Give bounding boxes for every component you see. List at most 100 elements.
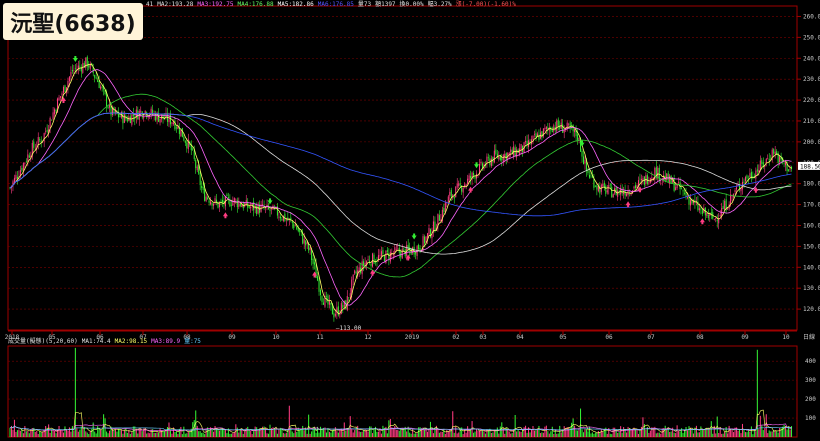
volume-bar <box>504 433 506 437</box>
candle-body <box>211 202 213 206</box>
candle-body <box>765 158 767 163</box>
volume-bar <box>376 431 378 437</box>
candle-body <box>686 197 689 199</box>
volume-bar <box>257 430 259 437</box>
volume-bar <box>394 425 396 437</box>
candle-body <box>495 149 497 154</box>
price-tick-label: 210.00 <box>803 118 820 125</box>
candle-body <box>175 127 177 129</box>
volume-bar <box>242 433 244 437</box>
volume-axis: 400 300 200 100 <box>805 358 816 422</box>
candle-body <box>352 274 354 280</box>
volume-bar <box>548 433 550 437</box>
candle-body <box>354 270 356 274</box>
volume-bar <box>473 432 475 437</box>
candle-body <box>132 113 134 117</box>
volume-bar <box>568 427 570 437</box>
volume-legend-item: 量:75 <box>184 338 201 345</box>
volume-bar <box>660 433 662 437</box>
volume-bar <box>59 430 62 437</box>
annotations: —113.00 <box>336 325 362 332</box>
candle-body <box>320 289 322 295</box>
buy-arrow <box>468 186 474 193</box>
candle-body <box>208 200 210 203</box>
volume-bar <box>284 433 286 437</box>
volume-bar <box>233 432 235 437</box>
volume-bar <box>499 426 501 437</box>
volume-bar <box>276 433 278 437</box>
candle-body <box>131 114 133 125</box>
candle-body <box>94 75 96 78</box>
candle-body <box>248 205 250 208</box>
volume-bar <box>789 429 791 437</box>
candle-body <box>461 187 463 192</box>
candle-body <box>774 151 776 155</box>
candle-body <box>633 186 635 189</box>
candle-body <box>213 203 215 206</box>
candle-body <box>107 106 109 109</box>
volume-bar <box>186 433 188 437</box>
volume-bar <box>380 433 382 437</box>
candle-body <box>226 194 228 197</box>
candle-body <box>262 204 264 206</box>
volume-bar <box>675 433 677 437</box>
volume-bar <box>198 431 200 437</box>
volume-bar <box>12 429 14 437</box>
volume-bar <box>553 433 555 437</box>
volume-bar <box>254 426 256 437</box>
candle-body <box>62 86 65 93</box>
chart-frame <box>7 5 798 438</box>
volume-bar <box>107 433 109 437</box>
volume-bar <box>357 425 359 437</box>
volume-bar <box>184 433 186 437</box>
price-tick-label: 180.00 <box>803 181 820 188</box>
volume-bar <box>345 430 347 437</box>
volume-bar <box>131 432 133 437</box>
volume-bar <box>94 431 96 437</box>
volume-bar <box>288 405 290 437</box>
volume-bar <box>728 425 730 437</box>
candle-body <box>106 93 108 107</box>
volume-bar <box>171 433 173 437</box>
candle-body <box>239 203 241 207</box>
candle-body <box>348 297 350 298</box>
candle-body <box>98 80 100 89</box>
candle-body <box>617 190 619 197</box>
candle-body <box>403 247 405 249</box>
volume-bar <box>48 424 50 437</box>
candle-body <box>250 206 252 209</box>
volume-bar <box>594 432 596 437</box>
volume-bar <box>645 429 647 437</box>
volume-bar <box>516 431 518 437</box>
candle-body <box>789 168 791 170</box>
legend-item: MA4:176.88 <box>237 1 274 8</box>
volume-frame <box>7 345 798 438</box>
legend-item: 漲(-7.00)(-1.60)% <box>455 1 516 8</box>
volume-bar <box>232 433 234 437</box>
buy-arrow <box>699 218 705 225</box>
candle-body <box>467 178 469 185</box>
volume-bar <box>77 431 79 437</box>
volume-bar <box>602 431 604 437</box>
volume-bar <box>517 429 519 437</box>
candle-body <box>382 250 384 254</box>
volume-bar <box>441 431 443 437</box>
volume-bar <box>19 430 21 437</box>
volume-bar <box>16 430 18 437</box>
volume-bar <box>180 426 182 437</box>
volume-bar <box>541 432 543 437</box>
volume-bar <box>211 429 213 437</box>
volume-bar <box>470 429 472 437</box>
volume-bar <box>248 430 250 437</box>
candle-body <box>756 169 758 172</box>
candle-body <box>544 128 546 130</box>
volume-bar <box>478 430 481 437</box>
candle-body <box>626 193 628 197</box>
volume-bar <box>580 408 582 437</box>
candle-body <box>386 250 388 252</box>
candle-body <box>279 216 281 219</box>
volume-bar <box>175 431 177 437</box>
volume-bar <box>201 432 203 437</box>
volume-bar <box>395 429 397 437</box>
date-tick-label: 08 <box>696 334 704 341</box>
